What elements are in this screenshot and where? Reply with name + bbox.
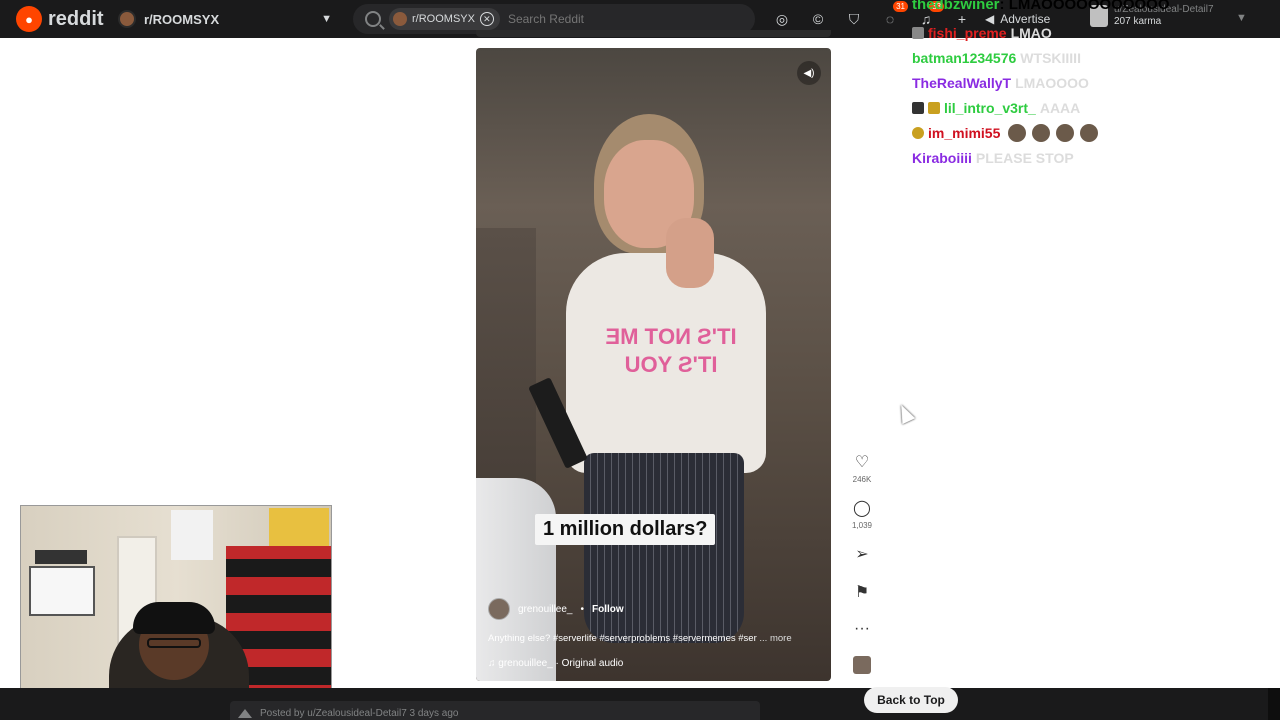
subreddit-selector[interactable]: r/ROOMSYX ▼ xyxy=(118,6,332,32)
chat-username: Kiraboiiii xyxy=(912,149,972,166)
creator-row: grenouillee_ • Follow xyxy=(488,598,624,620)
chat-username: TheRealWallyT xyxy=(912,74,1012,91)
audio-row[interactable]: ♫ grenouillee_ · Original audio xyxy=(488,658,623,669)
chat-text: AAAA xyxy=(1039,99,1081,116)
mouse-cursor-icon xyxy=(894,401,916,425)
shirt-text: IT'S NOT ME IT'S YOU xyxy=(605,324,737,377)
video-caption: 1 million dollars? xyxy=(535,514,716,545)
comment-button[interactable]: ◯ 1,039 xyxy=(852,498,872,544)
coins-icon[interactable]: © xyxy=(808,9,828,29)
chat-text: LMAOOOO xyxy=(1015,74,1089,91)
posted-by: Posted by u/Zealousideal-Detail7 3 days … xyxy=(260,707,459,719)
creator-avatar[interactable] xyxy=(488,598,510,620)
like-count: 246K xyxy=(852,475,872,484)
more-options-button[interactable]: ··· xyxy=(854,620,870,650)
webcam-poster xyxy=(171,510,213,560)
audio-avatar[interactable] xyxy=(853,656,871,674)
chat-text: PLEASE STOP xyxy=(975,149,1074,166)
badge-icon xyxy=(928,101,940,114)
webcam-poster xyxy=(269,508,329,546)
video-player[interactable]: IT'S NOT ME IT'S YOU ◀) 1 million dollar… xyxy=(476,48,831,681)
badge-icon xyxy=(912,26,924,39)
badge-icon xyxy=(912,101,924,114)
chat-username: im_mimi55 xyxy=(928,124,1001,141)
chat-text: LMAOOOOOOOOOOO xyxy=(1008,0,1170,13)
logo-text: reddit xyxy=(48,7,104,30)
video-description: Anything else? #serverlife #serverproble… xyxy=(488,633,792,644)
next-post-preview[interactable]: Posted by u/Zealousideal-Detail7 3 days … xyxy=(230,701,760,720)
previous-post-edge xyxy=(476,30,831,37)
badge-icon xyxy=(912,126,924,139)
search-subreddit-chip[interactable]: r/ROOMSYX ✕ xyxy=(389,8,500,30)
webcam-whiteboard xyxy=(29,566,95,616)
action-rail: ♡ 246K ◯ 1,039 ➢ ⚑ ··· xyxy=(845,452,879,674)
emote-icon xyxy=(1032,123,1051,142)
reddit-alien-icon: ● xyxy=(16,6,42,32)
chat-message: im_mimi55 xyxy=(912,120,1142,145)
video-appliance xyxy=(476,478,556,681)
music-note-icon: ♫ xyxy=(488,658,496,669)
chat-message: thedbzwiner: LMAOOOOOOOOOOO xyxy=(912,0,1170,13)
video-person-hand xyxy=(666,218,714,288)
subreddit-name: r/ROOMSYX xyxy=(144,11,220,27)
comment-count: 1,039 xyxy=(851,521,873,530)
streamer-hair xyxy=(133,602,215,634)
description-text: Anything else? #serverlife #serverproble… xyxy=(488,633,757,644)
chat-message: fishi_preme LMAO xyxy=(912,20,1142,45)
chat-badge: 31 xyxy=(893,1,908,12)
chat-message: Kiraboiiii PLEASE STOP xyxy=(912,145,1142,170)
streamer-glasses xyxy=(147,638,201,648)
shield-icon[interactable]: ⛉ xyxy=(844,9,864,29)
bookmark-icon: ⚑ xyxy=(854,584,870,601)
chat-username: thedbzwiner xyxy=(912,0,1000,13)
upvote-icon[interactable] xyxy=(238,708,252,718)
heart-icon: ♡ xyxy=(854,454,870,471)
search-input[interactable] xyxy=(507,12,708,26)
chat-text: LMAO xyxy=(1010,24,1052,41)
webcam-overlay xyxy=(20,505,332,702)
comment-icon: ◯ xyxy=(853,500,871,517)
creator-name[interactable]: grenouillee_ xyxy=(518,604,573,615)
more-icon: ··· xyxy=(854,620,870,637)
chat-username: batman1234576 xyxy=(912,49,1017,66)
sound-icon[interactable]: ◀) xyxy=(797,61,821,85)
search-icon xyxy=(365,11,381,27)
chip-label: r/ROOMSYX xyxy=(412,13,475,25)
scrollbar[interactable] xyxy=(1268,688,1280,720)
chat-icon[interactable]: ◌ 31 xyxy=(880,1,908,29)
chip-avatar xyxy=(393,12,407,26)
reddit-logo[interactable]: ● reddit xyxy=(16,6,104,32)
dot-separator: • xyxy=(580,603,585,615)
emote-icon xyxy=(1080,123,1099,142)
chevron-down-icon: ▼ xyxy=(321,13,332,25)
popular-icon[interactable]: ◎ xyxy=(772,9,792,29)
emote-icon xyxy=(1056,123,1075,142)
chat-username: fishi_preme xyxy=(928,24,1007,41)
chat-message: batman1234576 WTSKIIIII xyxy=(912,45,1142,70)
emote-icon xyxy=(1008,123,1027,142)
share-button[interactable]: ➢ xyxy=(855,544,868,582)
audio-label: grenouillee_ · Original audio xyxy=(498,658,624,669)
chat-username: lil_intro_v3rt_ xyxy=(944,99,1036,116)
chat-message: lil_intro_v3rt_ AAAA xyxy=(912,95,1142,120)
send-icon: ➢ xyxy=(855,546,869,563)
close-icon[interactable]: ✕ xyxy=(479,12,494,26)
back-to-top-button[interactable]: Back to Top xyxy=(864,687,958,713)
subreddit-avatar xyxy=(118,10,136,28)
save-button[interactable]: ⚑ xyxy=(855,582,869,620)
more-link[interactable]: ... more xyxy=(759,633,791,644)
chat-message: TheRealWallyT LMAOOOO xyxy=(912,70,1142,95)
chat-text: WTSKIIIII xyxy=(1020,49,1081,66)
chevron-down-icon[interactable]: ▼ xyxy=(1236,12,1247,24)
stream-chat: fishi_preme LMAO batman1234576 WTSKIIIII… xyxy=(912,20,1142,170)
follow-button[interactable]: Follow xyxy=(592,604,624,615)
like-button[interactable]: ♡ 246K xyxy=(853,452,872,498)
webcam-sign xyxy=(35,550,87,564)
